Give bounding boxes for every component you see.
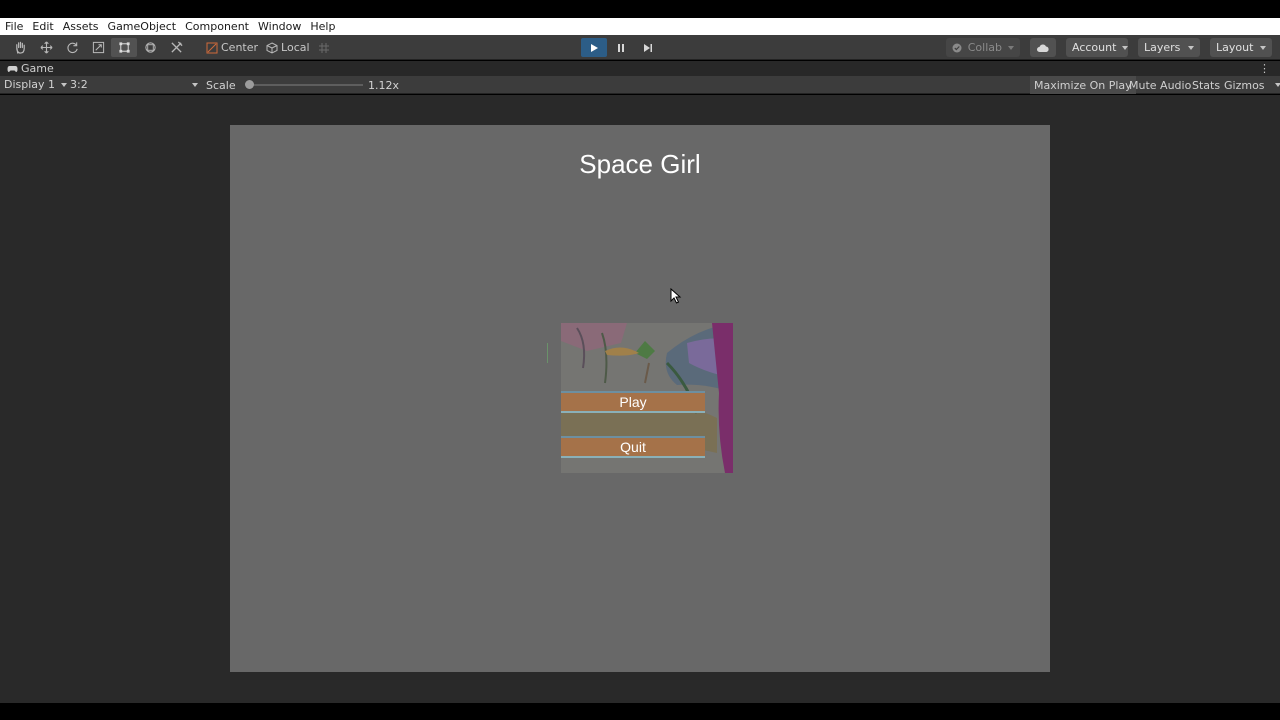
mute-audio-button[interactable]: Mute Audio bbox=[1125, 76, 1195, 94]
account-label: Account bbox=[1072, 41, 1117, 54]
pivot-rotation-label: Local bbox=[281, 41, 310, 54]
chevron-down-icon bbox=[1122, 45, 1129, 50]
tab-game[interactable]: Game bbox=[0, 62, 54, 75]
chevron-down-icon bbox=[1008, 45, 1014, 50]
rect-tool-button[interactable] bbox=[111, 38, 137, 57]
collab-dropdown[interactable]: Collab bbox=[945, 38, 1020, 57]
grid-snap-icon bbox=[318, 42, 329, 53]
rotate-icon bbox=[66, 42, 78, 54]
quit-game-button[interactable]: Quit bbox=[561, 436, 705, 458]
mouse-cursor-icon bbox=[670, 288, 682, 304]
main-menu-panel: Play Quit bbox=[547, 323, 733, 473]
move-icon bbox=[40, 41, 52, 54]
stats-button[interactable]: Stats bbox=[1188, 76, 1224, 94]
pause-icon bbox=[618, 43, 624, 52]
game-title: Space Girl bbox=[579, 149, 701, 179]
step-icon bbox=[644, 43, 652, 52]
display-dropdown[interactable]: Display 1 bbox=[4, 78, 68, 91]
scale-slider-thumb[interactable] bbox=[245, 80, 254, 89]
step-button[interactable] bbox=[635, 38, 661, 57]
game-tab-bar: Game ⋮ bbox=[0, 61, 1280, 76]
pivot-mode-label: Center bbox=[221, 41, 259, 54]
menu-bar: File Edit Assets GameObject Component Wi… bbox=[0, 18, 1280, 35]
pivot-mode-button[interactable]: Center bbox=[202, 38, 262, 57]
layout-dropdown[interactable]: Layout bbox=[1210, 38, 1272, 57]
transform-tool-button[interactable] bbox=[137, 38, 163, 57]
scale-slider-track[interactable] bbox=[247, 84, 363, 86]
menu-component[interactable]: Component bbox=[185, 20, 249, 33]
gizmos-label: Gizmos bbox=[1224, 78, 1265, 92]
menu-file[interactable]: File bbox=[5, 20, 23, 33]
transform-icon bbox=[144, 42, 156, 53]
pause-button[interactable] bbox=[608, 38, 634, 57]
grid-snap-button[interactable] bbox=[314, 38, 334, 57]
layers-label: Layers bbox=[1144, 41, 1181, 54]
play-game-label: Play bbox=[619, 394, 647, 410]
menu-help[interactable]: Help bbox=[310, 20, 335, 33]
rotate-tool-button[interactable] bbox=[59, 38, 85, 57]
window-bottom-border bbox=[0, 703, 1280, 720]
game-screen[interactable]: Space Girl Play Quit bbox=[230, 125, 1050, 672]
chevron-down-icon bbox=[1260, 45, 1266, 50]
chevron-down-icon bbox=[192, 82, 198, 87]
rect-tool-icon bbox=[118, 42, 130, 53]
cloud-icon bbox=[1037, 44, 1049, 52]
aspect-dropdown[interactable]: 3:2 bbox=[70, 78, 198, 91]
local-space-icon bbox=[266, 41, 278, 54]
playback-controls bbox=[581, 38, 661, 57]
menu-gameobject[interactable]: GameObject bbox=[108, 20, 177, 33]
move-tool-button[interactable] bbox=[33, 38, 59, 57]
account-dropdown[interactable]: Account bbox=[1066, 38, 1129, 57]
gamepad-icon bbox=[7, 65, 18, 72]
scale-label: Scale bbox=[206, 79, 236, 92]
display-label: Display 1 bbox=[4, 78, 56, 91]
scale-value: 1.12x bbox=[368, 79, 400, 92]
pivot-controls: Center Local bbox=[202, 38, 334, 57]
mute-audio-label: Mute Audio bbox=[1129, 78, 1192, 92]
main-toolbar: Center Local Collab Account Layers Layou… bbox=[0, 35, 1280, 60]
play-button[interactable] bbox=[581, 38, 607, 57]
transform-tools bbox=[7, 38, 189, 57]
aspect-label: 3:2 bbox=[70, 78, 88, 91]
chevron-down-icon bbox=[61, 82, 68, 87]
pivot-center-icon bbox=[206, 42, 218, 53]
chevron-down-icon bbox=[1188, 45, 1194, 50]
scale-icon bbox=[92, 41, 104, 54]
pivot-rotation-button[interactable]: Local bbox=[262, 38, 314, 57]
stats-label: Stats bbox=[1192, 78, 1221, 92]
game-view-toolbar: Display 1 3:2 Scale 1.12x Maximize On Pl… bbox=[0, 76, 1280, 94]
menu-window[interactable]: Window bbox=[258, 20, 301, 33]
play-game-button[interactable]: Play bbox=[561, 391, 705, 413]
hand-tool-button[interactable] bbox=[7, 38, 33, 57]
custom-tool-button[interactable] bbox=[163, 38, 189, 57]
maximize-on-play-label: Maximize On Play bbox=[1034, 78, 1132, 92]
collab-check-icon bbox=[952, 43, 962, 52]
play-icon bbox=[591, 43, 598, 52]
layers-dropdown[interactable]: Layers bbox=[1138, 38, 1200, 57]
menu-assets[interactable]: Assets bbox=[63, 20, 99, 33]
layout-label: Layout bbox=[1216, 41, 1254, 54]
menu-edit[interactable]: Edit bbox=[32, 20, 53, 33]
toolbar-right: Collab Account Layers Layout bbox=[945, 38, 1272, 57]
tab-game-label: Game bbox=[21, 62, 54, 75]
custom-tool-icon bbox=[170, 41, 183, 53]
more-options-icon[interactable]: ⋮ bbox=[1259, 62, 1270, 75]
collab-label: Collab bbox=[967, 41, 1002, 54]
gizmos-dropdown[interactable]: Gizmos bbox=[1220, 76, 1280, 94]
maximize-on-play-button[interactable]: Maximize On Play bbox=[1030, 76, 1136, 94]
hand-icon bbox=[15, 41, 25, 54]
cloud-button[interactable] bbox=[1030, 38, 1056, 57]
quit-game-label: Quit bbox=[620, 439, 646, 455]
chevron-down-icon bbox=[1274, 83, 1280, 87]
window-top-border bbox=[0, 0, 1280, 18]
scale-tool-button[interactable] bbox=[85, 38, 111, 57]
